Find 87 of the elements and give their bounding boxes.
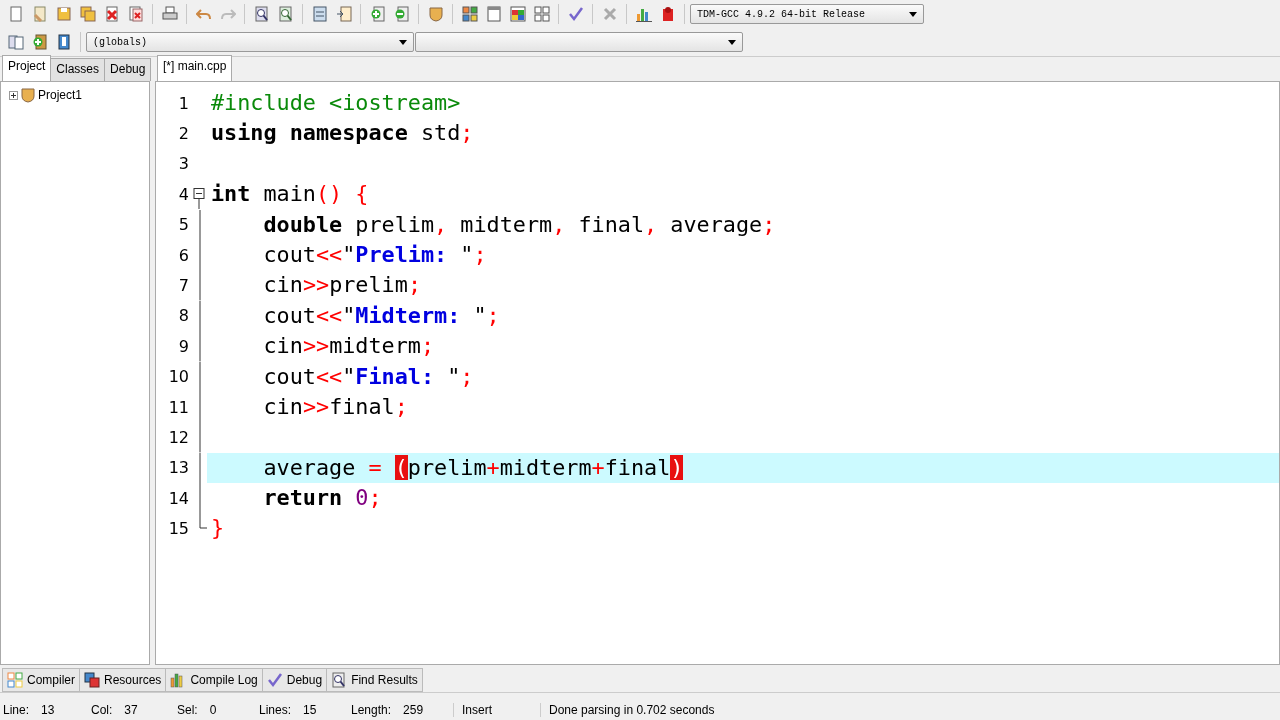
status-label: Col: <box>91 703 113 717</box>
line-number: 7 <box>177 276 189 296</box>
shield-icon <box>427 6 444 22</box>
remove-file-icon <box>393 6 410 22</box>
panels-icon <box>335 6 352 22</box>
checkmark-icon <box>567 6 584 22</box>
status-value: 13 <box>41 703 55 717</box>
panels-icon <box>311 6 328 22</box>
tab[interactable]: Compile Log <box>165 668 263 692</box>
line-number: 5 <box>177 215 189 235</box>
code-line: cin>>final; <box>262 392 409 421</box>
add-file-icon <box>369 6 386 22</box>
code-line: int main() { <box>210 180 370 209</box>
status-label: Length: <box>351 703 392 717</box>
tab[interactable]: Debug <box>261 668 328 692</box>
floppy-disks-icon <box>79 6 96 22</box>
add-file-icon <box>31 34 48 50</box>
color-grid-icon <box>7 672 23 688</box>
document-icon <box>7 6 24 22</box>
code-line: cout<<"Prelim: "; <box>262 240 488 269</box>
code-line: } <box>210 514 226 543</box>
shield-icon <box>20 87 36 103</box>
code-line: cin>>prelim; <box>262 271 422 300</box>
line-number: 9 <box>177 336 189 356</box>
dropdown-arrow-icon <box>399 39 407 45</box>
tab[interactable]: Debug <box>104 58 152 81</box>
status-value: 259 <box>403 703 424 717</box>
grid-icon <box>533 6 550 22</box>
line-number: 13 <box>167 458 189 478</box>
tree-item[interactable]: Project1 <box>38 88 83 102</box>
code-line: cout<<"Midterm: "; <box>262 301 501 330</box>
line-number: 6 <box>177 245 189 265</box>
window-icon <box>485 6 502 22</box>
redo-icon <box>219 6 236 22</box>
line-number: 11 <box>167 397 189 417</box>
options-icon <box>55 34 72 50</box>
code-line: cin>>midterm; <box>262 332 436 361</box>
checkmark-icon <box>266 672 283 688</box>
document-icon <box>31 6 48 22</box>
tab[interactable]: Resources <box>79 668 167 692</box>
line-number: 10 <box>167 367 189 387</box>
tab[interactable]: [*] main.cpp <box>157 55 233 81</box>
code-line: double prelim, midterm, final, average; <box>262 210 777 239</box>
search-icon <box>277 6 294 22</box>
line-number: 14 <box>167 488 189 508</box>
line-number: 1 <box>177 93 189 113</box>
code-line: using namespace std; <box>210 119 475 148</box>
expand-icon[interactable] <box>9 90 18 100</box>
tiles-icon <box>509 6 526 22</box>
line-number: 15 <box>167 519 189 539</box>
printer-icon <box>161 6 178 22</box>
compiler-dropdown[interactable]: TDM-GCC 4.9.2 64-bit Release <box>690 4 924 24</box>
status-value: 15 <box>303 703 317 717</box>
fold-end-line <box>198 513 207 530</box>
status-value: 0 <box>209 703 217 717</box>
status-label: Sel: <box>177 703 198 717</box>
close-file-icon <box>103 6 120 22</box>
project-icon <box>7 34 24 50</box>
status-label: Insert <box>462 703 492 717</box>
line-number: 4 <box>177 184 189 204</box>
search-icon <box>331 672 348 688</box>
close-files-icon <box>127 6 144 22</box>
tab[interactable]: Find Results <box>326 668 423 692</box>
scope-dropdown[interactable]: (globals) <box>86 32 414 52</box>
undo-icon <box>195 6 212 22</box>
bar-chart-icon <box>635 6 652 22</box>
dropdown-arrow-icon <box>728 39 736 45</box>
function-dropdown[interactable] <box>415 32 743 52</box>
cross-icon <box>601 6 618 22</box>
dropdown-arrow-icon <box>909 11 917 17</box>
search-icon <box>253 6 270 22</box>
status-label: Lines: <box>259 703 292 717</box>
status-label: Done parsing in 0.702 seconds <box>549 703 715 717</box>
line-number: 2 <box>177 124 189 144</box>
tab[interactable]: Classes <box>50 58 106 81</box>
code-line: #include <iostream> <box>210 89 462 117</box>
color-grid-icon <box>461 6 478 22</box>
line-number: 12 <box>167 428 189 447</box>
stacked-windows-icon <box>84 672 100 688</box>
code-line: return 0; <box>262 484 383 513</box>
status-value: 37 <box>124 703 138 717</box>
tab[interactable]: Project <box>2 55 52 81</box>
line-number: 8 <box>177 306 189 326</box>
tab[interactable]: Compiler <box>2 668 80 692</box>
status-label: Line: <box>3 703 30 717</box>
code-line: cout<<"Final: "; <box>262 362 475 391</box>
line-number: 3 <box>177 154 189 174</box>
